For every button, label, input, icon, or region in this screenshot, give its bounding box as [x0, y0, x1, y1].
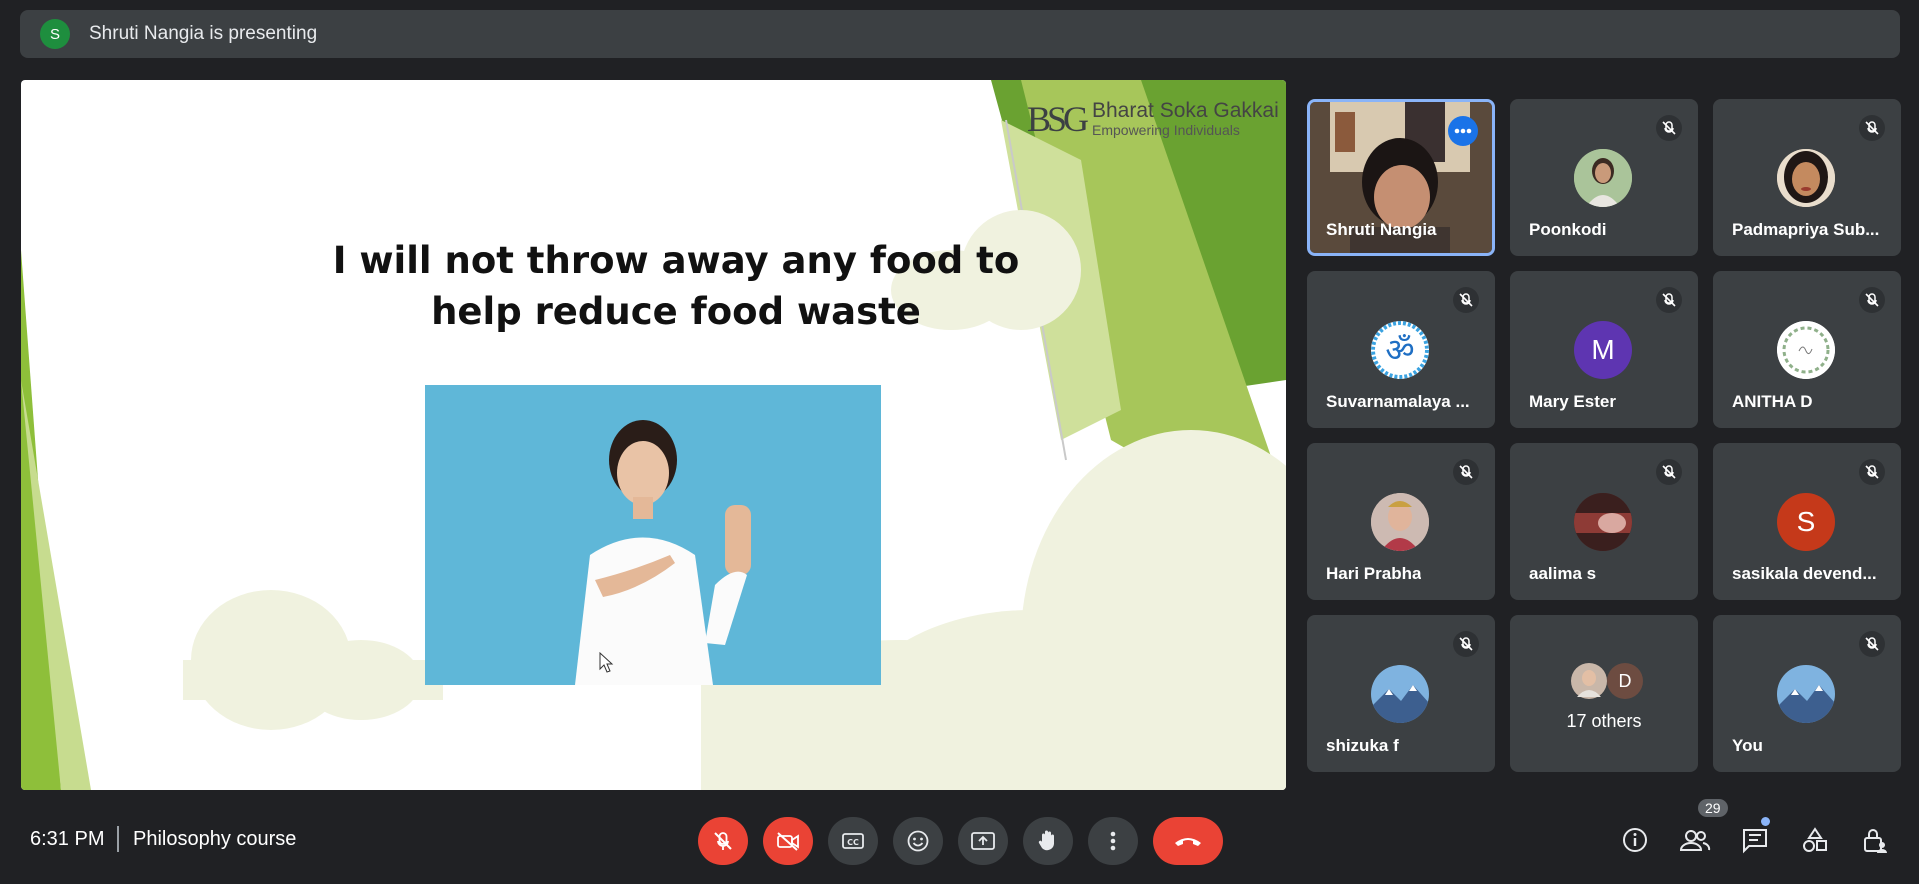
mic-off-icon [714, 832, 732, 850]
presenting-text: Shruti Nangia is presenting [89, 23, 318, 44]
participant-tile-hari-prabha[interactable]: Hari Prabha [1307, 443, 1495, 600]
closed-captions-icon: CC [842, 833, 864, 849]
captions-button[interactable]: CC [828, 817, 878, 865]
participant-avatar-letter: M [1574, 321, 1632, 379]
raise-hand-icon [1038, 830, 1054, 851]
mic-off-icon [1859, 115, 1885, 141]
mic-off-icon [1656, 115, 1682, 141]
hang-up-icon [1175, 838, 1201, 846]
mic-off-icon [1453, 287, 1479, 313]
others-avatars: D [1569, 661, 1649, 701]
meeting-title: Philosophy course [133, 828, 297, 850]
activities-icon [1803, 827, 1827, 852]
more-options-button[interactable] [1448, 116, 1478, 146]
info-icon [1623, 828, 1647, 852]
people-button[interactable] [1675, 818, 1715, 862]
host-controls-button[interactable] [1855, 818, 1895, 862]
emoji-icon [907, 830, 929, 852]
participant-tile-sasikala[interactable]: S sasikala devend... [1713, 443, 1901, 600]
participant-name: Poonkodi [1529, 220, 1607, 239]
chat-button[interactable] [1735, 818, 1775, 862]
meeting-details-button[interactable] [1615, 818, 1655, 862]
participant-avatar [1777, 665, 1835, 723]
chat-icon [1743, 829, 1767, 854]
participant-name: Hari Prabha [1326, 564, 1422, 583]
divider [117, 826, 119, 852]
mic-off-icon [1453, 459, 1479, 485]
chat-notification-dot [1761, 817, 1770, 826]
svg-text:CC: CC [847, 838, 859, 847]
raise-hand-button[interactable] [1023, 817, 1073, 865]
participant-tile-shizuka-f[interactable]: shizuka f [1307, 615, 1495, 772]
others-tile[interactable]: D 17 others [1510, 615, 1698, 772]
participant-name: Suvarnamalaya ... [1326, 392, 1470, 411]
mic-off-icon [1656, 459, 1682, 485]
participant-name: ANITHA D [1732, 392, 1813, 411]
participant-avatar [1371, 665, 1429, 723]
mic-off-icon [1859, 287, 1885, 313]
bottom-toolbar: 6:31 PM Philosophy course CC 29 [0, 790, 1919, 884]
more-horizontal-icon [1454, 128, 1472, 134]
participant-tile-you[interactable]: You [1713, 615, 1901, 772]
participant-name: shizuka f [1326, 736, 1399, 755]
camera-toggle-button[interactable] [763, 817, 813, 865]
clock-time: 6:31 PM [30, 828, 105, 850]
presenting-bar: S Shruti Nangia is presenting [20, 10, 1900, 58]
logo-title: Bharat Soka Gakkai [1092, 99, 1279, 122]
participant-avatar [1574, 493, 1632, 551]
bsg-logo: BSG Bharat Soka Gakkai Empowering Indivi… [1026, 88, 1279, 150]
activities-button[interactable] [1795, 818, 1835, 862]
mouse-cursor-icon [599, 652, 614, 673]
microphone-toggle-button[interactable] [698, 817, 748, 865]
om-symbol-icon: ॐ [1371, 321, 1429, 379]
svg-text:ॐ: ॐ [1385, 331, 1414, 369]
logo-subtitle: Empowering Individuals [1092, 122, 1240, 138]
participant-avatar [1371, 493, 1429, 551]
mic-off-icon [1656, 287, 1682, 313]
slide-title: I will not throw away any food to help r… [332, 239, 1020, 333]
mic-off-icon [1859, 459, 1885, 485]
participant-name: aalima s [1529, 564, 1597, 583]
present-screen-icon [971, 832, 995, 850]
participant-tile-padmapriya[interactable]: Padmapriya Sub... [1713, 99, 1901, 256]
present-now-button[interactable] [958, 817, 1008, 865]
more-vertical-icon [1110, 831, 1116, 851]
participant-avatar [1777, 321, 1835, 379]
participant-tile-shruti-nangia[interactable]: Shruti Nangia [1307, 99, 1495, 256]
participant-tile-anitha-d[interactable]: ANITHA D [1713, 271, 1901, 428]
participant-avatar [1777, 149, 1835, 207]
participant-tile-poonkodi[interactable]: Poonkodi [1510, 99, 1698, 256]
camera-off-icon [777, 832, 799, 851]
participant-tile-mary-ester[interactable]: M Mary Ester [1510, 271, 1698, 428]
slide-photo [425, 385, 881, 685]
leave-call-button[interactable] [1153, 817, 1223, 865]
participant-tile-suvarnamalaya[interactable]: ॐ Suvarnamalaya ... [1307, 271, 1495, 428]
people-icon [1679, 830, 1711, 851]
participant-name: Padmapriya Sub... [1732, 220, 1880, 239]
presentation-stage[interactable]: BSG Bharat Soka Gakkai Empowering Indivi… [21, 80, 1286, 790]
participant-name: Shruti Nangia [1326, 220, 1437, 239]
participant-name: Mary Ester [1529, 392, 1616, 411]
lock-person-icon [1864, 829, 1887, 853]
others-letter-avatar: D [1607, 663, 1643, 699]
people-count-badge: 29 [1698, 799, 1728, 817]
more-options-button[interactable] [1088, 817, 1138, 865]
presenter-avatar: S [40, 19, 70, 49]
participant-tile-aalima-s[interactable]: aalima s [1510, 443, 1698, 600]
participant-avatar [1574, 149, 1632, 207]
participant-avatar-letter: S [1777, 493, 1835, 551]
mic-off-icon [1859, 631, 1885, 657]
participant-name: You [1732, 736, 1763, 755]
reactions-button[interactable] [893, 817, 943, 865]
bsg-logo-mark: BSG [1027, 99, 1089, 139]
others-count: 17 others [1566, 711, 1642, 731]
participant-name: sasikala devend... [1732, 564, 1877, 583]
mic-off-icon [1453, 631, 1479, 657]
